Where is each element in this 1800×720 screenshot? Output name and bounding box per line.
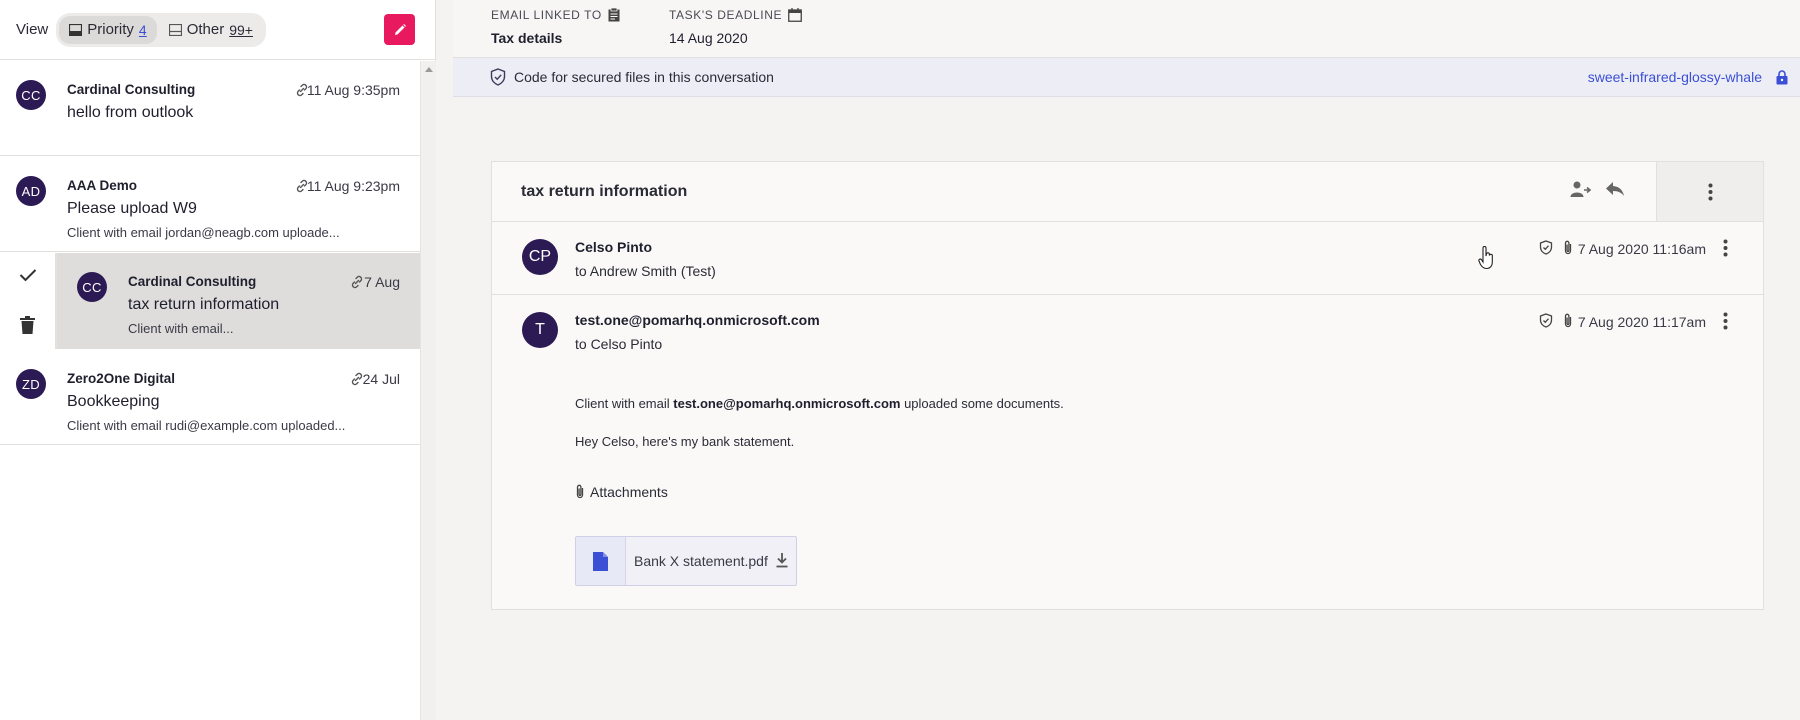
conversation-preview: Client with email... [128,321,234,336]
conversation-item[interactable]: AD AAA Demo 11 Aug 9:23pm Please upload … [0,157,420,252]
body-text-prefix: Client with email [575,396,674,411]
more-vertical-icon[interactable] [1723,312,1728,330]
avatar: T [522,312,558,348]
avatar: CC [77,272,107,302]
avatar: CC [16,80,46,110]
conversation-subject: Bookkeeping [67,393,160,410]
conversation-subject: tax return information [128,296,280,313]
paperclip-icon [1564,240,1572,255]
conversation-sender: Zero2One Digital [67,371,176,386]
thread-header: tax return information [492,162,1763,222]
link-icon [351,275,363,289]
conversation-sender: Cardinal Consulting [67,82,196,97]
message-sender: Celso Pinto [575,239,653,255]
conversation-time: 7 Aug [364,274,400,290]
tab-priority[interactable]: Priority 4 [59,15,157,44]
attachment-card[interactable]: Bank X statement.pdf [575,536,797,586]
trash-icon[interactable] [20,316,35,334]
email-message[interactable]: CP Celso Pinto to Andrew Smith (Test) 7 … [492,223,1763,295]
task-meta-bar: EMAIL LINKED TO Tax details TASK'S DEADL… [453,0,1800,58]
reply-icon[interactable] [1605,181,1625,197]
view-label: View [16,21,49,38]
tab-priority-label: Priority [87,21,134,38]
conversation-sender: Cardinal Consulting [128,274,257,289]
message-date: 7 Aug 2020 11:16am [1577,241,1706,257]
attachments-heading: Attachments [575,484,668,500]
conversation-item[interactable]: CC Cardinal Consulting 11 Aug 9:35pm hel… [0,61,420,156]
email-linked-value: Tax details [491,30,563,46]
avatar: CP [522,239,558,275]
selected-conversation-content[interactable]: CC Cardinal Consulting 7 Aug tax return … [57,253,420,349]
deadline-value: 14 Aug 2020 [669,30,748,46]
conversation-list[interactable]: CC Cardinal Consulting 11 Aug 9:35pm hel… [0,61,436,720]
download-icon[interactable] [776,553,788,568]
inbox-tray-icon [168,23,182,36]
list-scrollbar[interactable] [420,61,436,720]
paperclip-icon [576,484,584,499]
conversation-time: 11 Aug 9:23pm [306,178,400,194]
message-recipient: to Andrew Smith (Test) [575,263,716,279]
deadline-label: TASK'S DEADLINE [669,8,783,22]
clipboard-icon [608,8,620,22]
conversation-preview: Client with email rudi@example.com uploa… [67,418,346,433]
conversation-detail-pane: EMAIL LINKED TO Tax details TASK'S DEADL… [453,0,1800,720]
shield-check-icon [490,68,506,86]
pencil-icon [394,23,406,35]
email-thread-card: tax return information CP Celso Pinto to… [491,161,1764,610]
secure-code-link[interactable]: sweet-infrared-glossy-whale [1588,69,1762,85]
hand-pointer-cursor-icon [1478,246,1493,270]
conversation-item[interactable]: ZD Zero2One Digital 24 Jul Bookkeeping C… [0,350,420,445]
thread-title: tax return information [521,183,688,200]
conversation-item-selected[interactable]: CC Cardinal Consulting 7 Aug tax return … [0,253,420,349]
file-document-icon [576,537,626,585]
calendar-icon [788,8,803,22]
attachment-filename: Bank X statement.pdf [634,553,768,569]
avatar: AD [16,176,46,206]
conversation-preview: Client with email jordan@neagb.com uploa… [67,225,340,240]
conversation-sender: AAA Demo [67,178,138,193]
check-icon[interactable] [19,268,37,282]
conversation-time: 24 Jul [362,371,400,387]
message-body-line: Client with email test.one@pomarhq.onmic… [575,396,1064,411]
paperclip-icon [1564,313,1572,328]
attachments-label: Attachments [590,484,668,500]
lock-icon [1776,70,1788,85]
avatar: ZD [16,369,46,399]
list-toolbar: View Priority 4 Other 99+ [0,0,435,60]
body-text-suffix: uploaded some documents. [900,396,1064,411]
conversation-time: 11 Aug 9:35pm [306,82,400,98]
shield-check-icon [1539,240,1553,255]
inbox-tray-icon [69,23,83,36]
tab-other[interactable]: Other 99+ [159,16,263,44]
more-vertical-icon[interactable] [1723,239,1728,257]
email-linked-label: EMAIL LINKED TO [491,8,602,22]
secured-files-bar: Code for secured files in this conversat… [453,58,1800,97]
shield-check-icon [1539,313,1553,328]
message-date: 7 Aug 2020 11:17am [1577,314,1706,330]
body-email: test.one@pomarhq.onmicrosoft.com [673,396,901,411]
view-switcher: Priority 4 Other 99+ [56,12,266,47]
more-vertical-icon [1708,183,1712,200]
message-recipient: to Celso Pinto [575,336,663,352]
tab-other-count: 99+ [229,21,253,38]
email-linked-section[interactable]: EMAIL LINKED TO Tax details [491,8,620,46]
conversation-subject: hello from outlook [67,104,194,121]
secured-files-text: Code for secured files in this conversat… [514,69,774,85]
message-sender: test.one@pomarhq.onmicrosoft.com [575,312,820,328]
deadline-section[interactable]: TASK'S DEADLINE 14 Aug 2020 [669,8,803,46]
forward-person-icon[interactable] [1570,179,1592,199]
swipe-actions [0,253,56,349]
conversation-list-pane: View Priority 4 Other 99+ CC Cardinal Co… [0,0,436,720]
thread-more-button[interactable] [1656,162,1763,221]
compose-button[interactable] [384,14,415,45]
message-body-line: Hey Celso, here's my bank statement. [575,434,795,449]
tab-priority-count: 4 [138,21,147,38]
tab-other-label: Other [186,21,225,38]
scroll-up-arrow-icon[interactable] [425,67,433,72]
conversation-subject: Please upload W9 [67,200,197,217]
